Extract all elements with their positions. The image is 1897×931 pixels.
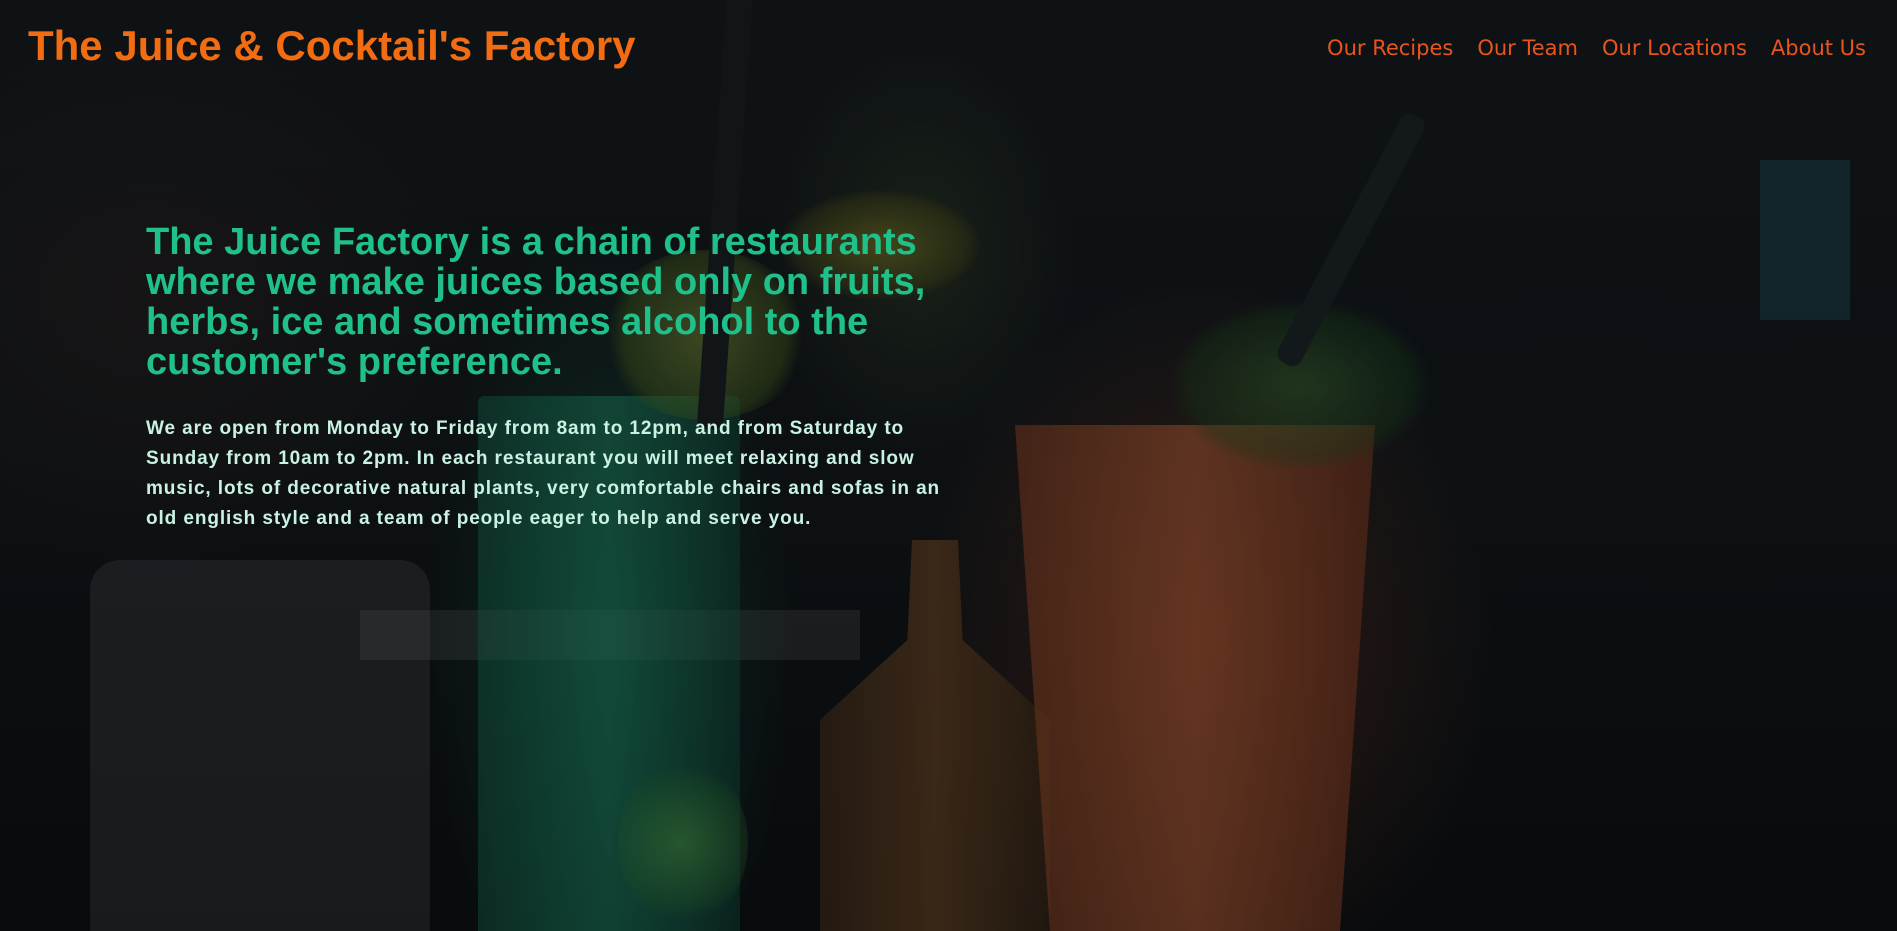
nav-link-our-team[interactable]: Our Team <box>1477 30 1578 66</box>
hero-description: We are open from Monday to Friday from 8… <box>146 418 941 529</box>
hero-heading: The Juice Factory is a chain of restaura… <box>146 221 926 383</box>
hero-section: The Juice Factory is a chain of restaura… <box>146 222 966 534</box>
nav-link-about-us[interactable]: About Us <box>1771 30 1866 66</box>
site-title[interactable]: The Juice & Cocktail's Factory <box>28 18 636 74</box>
main-nav: Our Recipes Our Team Our Locations About… <box>1327 30 1866 66</box>
page: The Juice & Cocktail's Factory Our Recip… <box>0 0 1897 931</box>
nav-link-our-recipes[interactable]: Our Recipes <box>1327 30 1453 66</box>
nav-link-our-locations[interactable]: Our Locations <box>1602 30 1747 66</box>
